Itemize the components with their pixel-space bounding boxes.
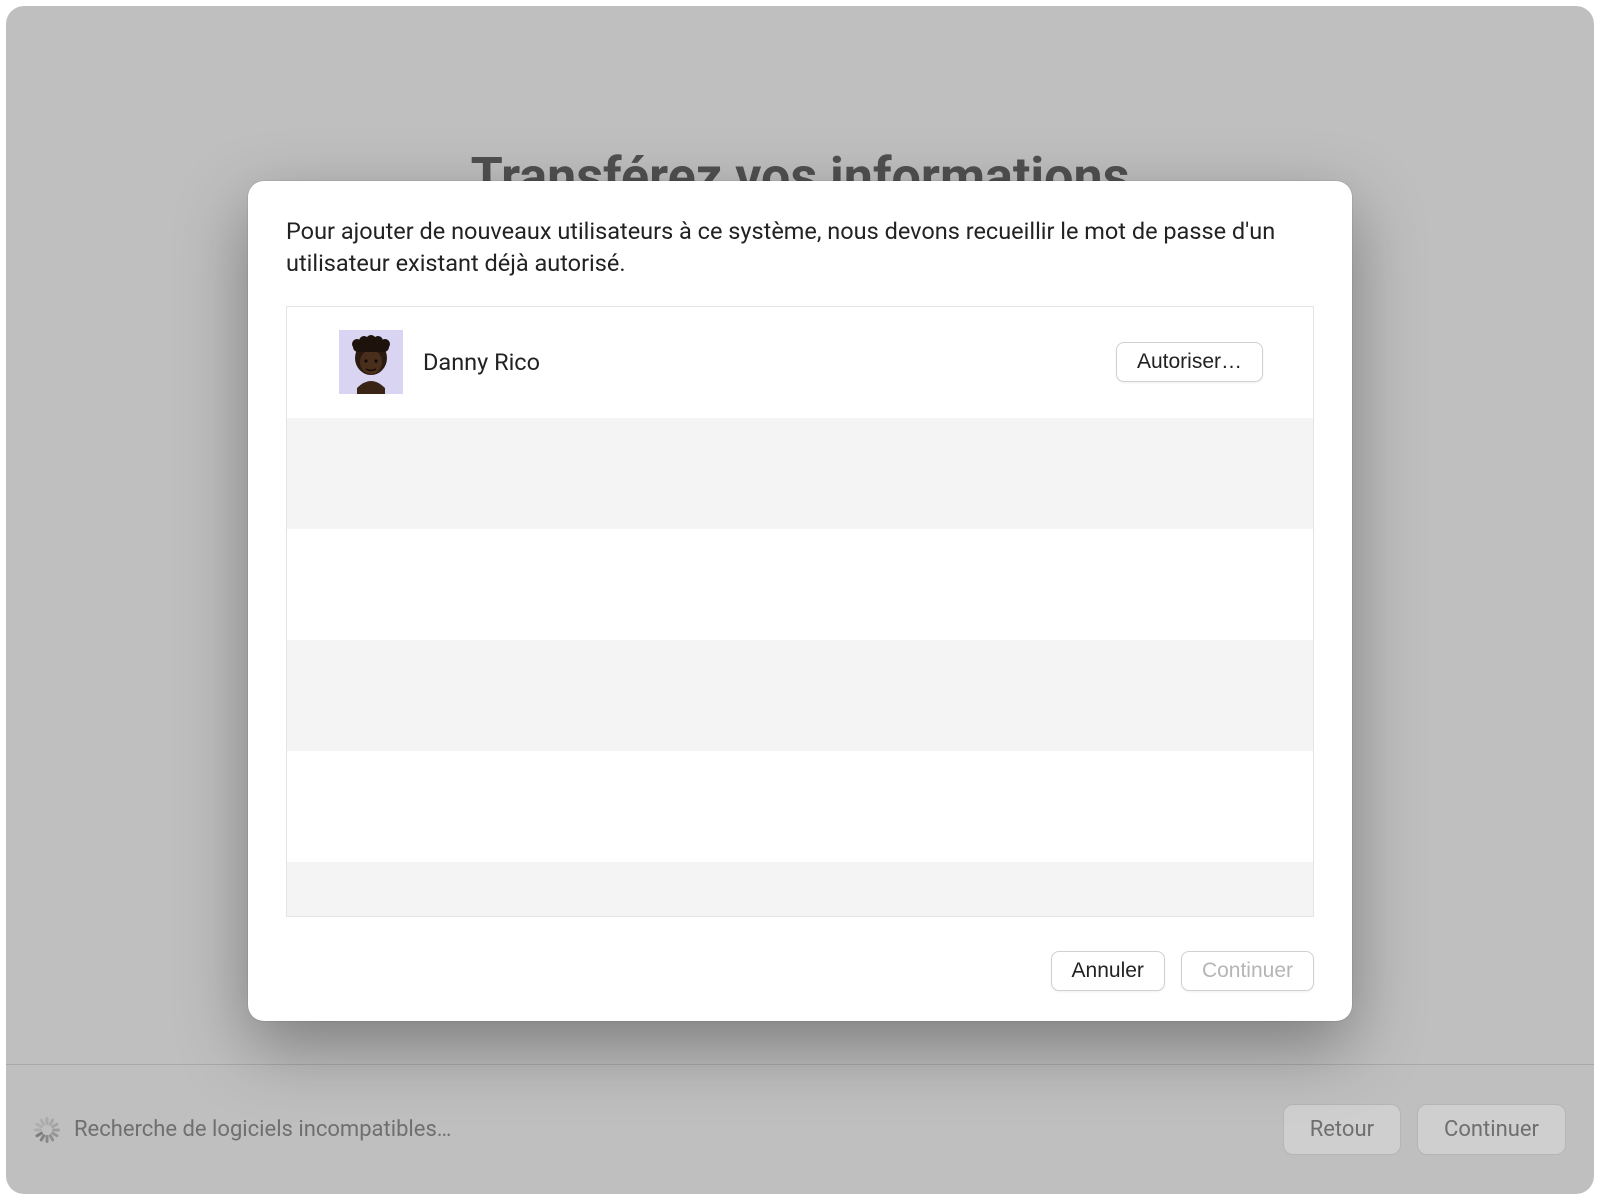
continue-button[interactable]: Continuer bbox=[1181, 951, 1314, 991]
empty-row bbox=[287, 862, 1313, 916]
user-list: Danny Rico Autoriser… bbox=[286, 306, 1314, 917]
authorize-users-dialog: Pour ajouter de nouveaux utilisateurs à … bbox=[248, 181, 1352, 1021]
avatar bbox=[339, 330, 403, 394]
empty-row bbox=[287, 751, 1313, 862]
empty-row bbox=[287, 418, 1313, 529]
user-name: Danny Rico bbox=[423, 348, 540, 376]
user-row[interactable]: Danny Rico Autoriser… bbox=[287, 307, 1313, 418]
migration-assistant-window: Transférez vos informations Recherche de… bbox=[6, 6, 1594, 1194]
empty-row bbox=[287, 640, 1313, 751]
spinner-icon bbox=[34, 1117, 60, 1143]
dialog-message: Pour ajouter de nouveaux utilisateurs à … bbox=[286, 215, 1314, 280]
back-button-background: Retour bbox=[1283, 1104, 1401, 1155]
footer-bar: Recherche de logiciels incompatibles… Re… bbox=[6, 1064, 1594, 1194]
footer-status-text: Recherche de logiciels incompatibles… bbox=[74, 1117, 452, 1142]
continue-button-background: Continuer bbox=[1417, 1104, 1566, 1155]
authorize-button[interactable]: Autoriser… bbox=[1116, 342, 1263, 382]
cancel-button[interactable]: Annuler bbox=[1051, 951, 1165, 991]
empty-row bbox=[287, 529, 1313, 640]
dialog-actions: Annuler Continuer bbox=[286, 917, 1314, 991]
